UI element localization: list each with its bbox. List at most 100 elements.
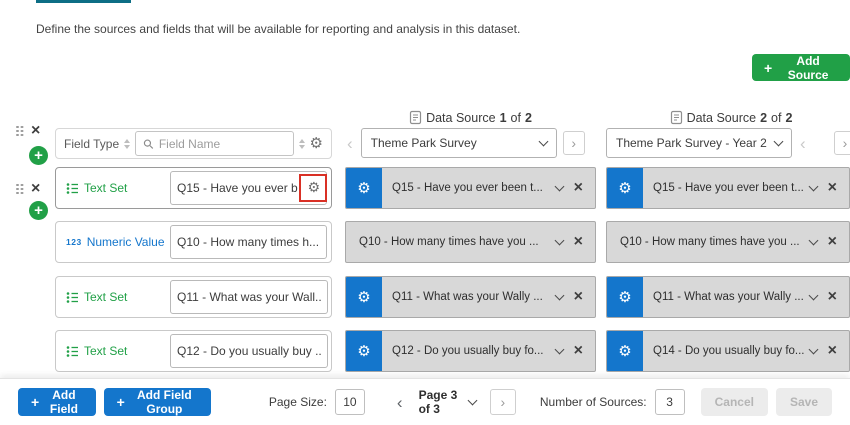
source-of-word: of (771, 111, 781, 125)
chevron-down-icon[interactable] (808, 345, 818, 355)
document-icon (670, 110, 683, 125)
insert-field-button[interactable]: + (29, 146, 48, 165)
number-of-sources-input[interactable] (655, 389, 685, 415)
cancel-button[interactable]: Cancel (701, 388, 768, 416)
remove-mapping-icon[interactable]: × (828, 289, 837, 305)
save-button[interactable]: Save (776, 388, 832, 416)
field-name-text: Q10 - How many times h... (177, 235, 320, 249)
source-select-dropdown[interactable]: Theme Park Survey - Year 2 (606, 128, 792, 158)
source-header: Data Source 1 of 2 (345, 110, 596, 125)
source-of-word: of (511, 111, 521, 125)
field-name-text: Q11 - What was your Wall... (177, 290, 321, 304)
source-selector: ‹ Theme Park Survey › (345, 128, 596, 158)
row-controls: × (16, 123, 40, 139)
plus-icon: + (31, 395, 39, 409)
remove-mapping-icon[interactable]: × (574, 234, 583, 250)
add-source-button[interactable]: + Add Source (752, 54, 850, 81)
text-set-icon (66, 345, 79, 358)
field-type-label: Text Set (84, 290, 127, 304)
dataset-editor: Define the sources and fields that will … (0, 0, 850, 425)
remove-mapping-icon[interactable]: × (828, 234, 837, 250)
next-source-button[interactable]: › (563, 131, 585, 155)
remove-mapping-icon[interactable]: × (828, 180, 837, 196)
document-icon (409, 110, 422, 125)
field-settings-button[interactable]: ⚙ (607, 331, 643, 371)
field-name-box[interactable]: Q15 - Have you ever b ⚙ (170, 171, 327, 205)
field-settings-button[interactable]: ⚙ (346, 277, 382, 317)
source-field-row: Q10 - How many times have you ... × (345, 221, 596, 263)
annotation-highlight-box (299, 174, 327, 202)
source-header-label: Data Source (426, 111, 495, 125)
mapped-field-label: Q12 - Do you usually buy fo... (392, 345, 556, 357)
field-type-cell[interactable]: Text Set (66, 290, 170, 304)
source-field-row: ⚙ Q15 - Have you ever been t... × (345, 167, 596, 209)
remove-mapping-icon[interactable]: × (574, 343, 583, 359)
drag-handle-icon[interactable] (16, 184, 23, 195)
source-select-dropdown[interactable]: Theme Park Survey (361, 128, 557, 158)
source-header-label: Data Source (687, 111, 756, 125)
source-number: 2 (760, 111, 767, 125)
text-set-icon (66, 291, 79, 304)
search-icon (143, 138, 154, 150)
field-table-header: Field Type ⚙ (55, 128, 332, 159)
gear-icon: ⚙ (618, 290, 631, 305)
field-name-box[interactable]: Q10 - How many times h... (170, 225, 327, 259)
chevron-down-icon[interactable] (554, 291, 564, 301)
chevron-down-icon (774, 137, 784, 147)
selected-survey-label: Theme Park Survey (371, 136, 534, 150)
prev-page-icon[interactable]: ‹ (395, 394, 405, 411)
remove-mapping-icon[interactable]: × (574, 180, 583, 196)
next-page-button[interactable]: › (490, 389, 516, 415)
insert-field-button[interactable]: + (29, 201, 48, 220)
chevron-down-icon[interactable] (808, 236, 818, 246)
remove-row-icon[interactable]: × (31, 181, 40, 197)
field-type-cell[interactable]: Text Set (66, 181, 170, 195)
sort-icon[interactable] (299, 139, 305, 149)
prev-source-icon[interactable]: ‹ (345, 135, 355, 152)
prev-source-icon[interactable]: ‹ (798, 135, 808, 152)
field-settings-gear-icon[interactable]: ⚙ (310, 136, 323, 151)
chevron-down-icon[interactable] (554, 236, 564, 246)
field-name-box[interactable]: Q12 - Do you usually buy ... (170, 334, 328, 368)
field-name-search-input[interactable] (159, 137, 286, 151)
page-indicator[interactable]: Page 3 of 3 (419, 388, 476, 416)
chevron-down-icon (538, 137, 548, 147)
chevron-down-icon[interactable] (808, 182, 818, 192)
sort-icon[interactable] (124, 139, 130, 149)
mapped-field-label: Q15 - Have you ever been t... (392, 182, 556, 194)
field-settings-button[interactable]: ⚙ (607, 277, 643, 317)
text-set-icon (66, 182, 79, 195)
mapped-field-label: Q10 - How many times have you ... (359, 236, 556, 248)
field-name-search[interactable] (135, 131, 293, 156)
numeric-value-icon: 123 (66, 237, 82, 247)
add-field-group-button[interactable]: + Add Field Group (104, 388, 211, 416)
remove-mapping-icon[interactable]: × (828, 343, 837, 359)
field-name-text: Q12 - Do you usually buy ... (177, 344, 321, 358)
field-name-box[interactable]: Q11 - What was your Wall... (170, 280, 328, 314)
add-source-label: Add Source (778, 54, 838, 82)
next-source-button[interactable]: › (834, 131, 850, 155)
remove-mapping-icon[interactable]: × (574, 289, 583, 305)
selected-survey-label: Theme Park Survey - Year 2 (616, 136, 769, 150)
page-size-input[interactable] (335, 389, 365, 415)
chevron-down-icon[interactable] (554, 182, 564, 192)
source-field-row: ⚙ Q12 - Do you usually buy fo... × (345, 330, 596, 372)
chevron-down-icon[interactable] (808, 291, 818, 301)
mapped-field-label: Q14 - Do you usually buy fo... (653, 345, 810, 357)
remove-row-icon[interactable]: × (31, 123, 40, 139)
gear-icon: ⚙ (357, 344, 370, 359)
gear-icon: ⚙ (357, 181, 370, 196)
mapped-field-label: Q11 - What was your Wally ... (392, 291, 556, 303)
mapped-field-label: Q11 - What was your Wally ... (653, 291, 810, 303)
field-settings-button[interactable]: ⚙ (346, 331, 382, 371)
chevron-down-icon[interactable] (554, 345, 564, 355)
field-settings-button[interactable]: ⚙ (346, 168, 382, 208)
source-field-row: ⚙ Q11 - What was your Wally ... × (345, 276, 596, 318)
field-type-cell[interactable]: Text Set (66, 344, 170, 358)
source-field-row: ⚙ Q15 - Have you ever been t... × (606, 167, 850, 209)
field-type-cell[interactable]: 123 Numeric Value (66, 235, 170, 249)
field-settings-button[interactable]: ⚙ (607, 168, 643, 208)
plus-icon: + (117, 395, 125, 409)
drag-handle-icon[interactable] (16, 126, 23, 137)
add-field-button[interactable]: + Add Field (18, 388, 96, 416)
